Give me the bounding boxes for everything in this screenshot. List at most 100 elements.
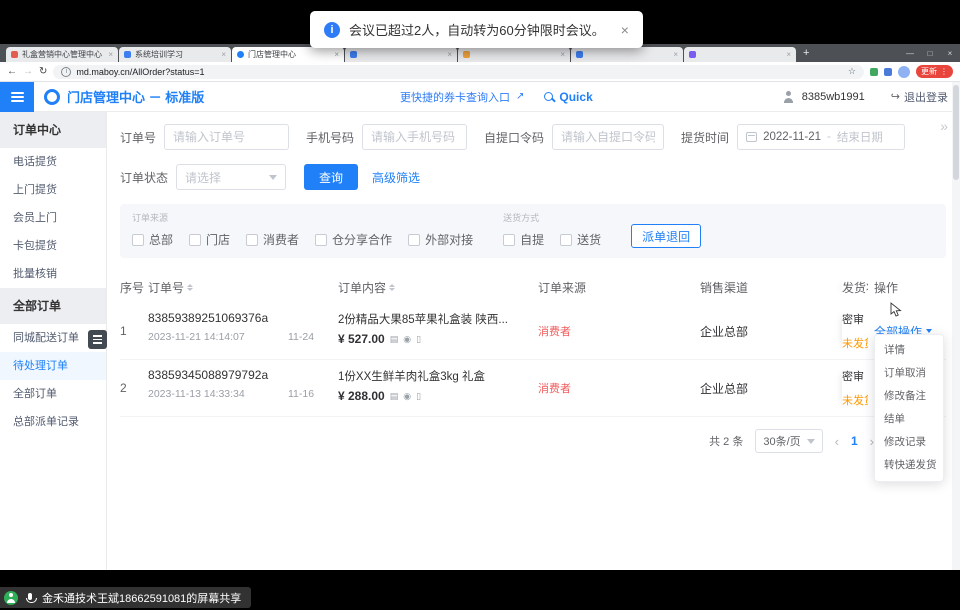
sidebar-collapse-handle[interactable] bbox=[88, 330, 107, 349]
page-number[interactable]: 1 bbox=[851, 434, 858, 448]
checkbox-icon[interactable] bbox=[408, 234, 420, 246]
site-info-icon[interactable]: i bbox=[61, 67, 71, 77]
page-size-select[interactable]: 30条/页 bbox=[755, 429, 822, 453]
header-seq: 序号 bbox=[120, 279, 148, 296]
address-bar[interactable]: i md.maboy.cn/AllOrder?status=1 ☆ bbox=[53, 65, 864, 79]
checkbox-external[interactable]: 外部对接 bbox=[408, 231, 473, 248]
sidebar-item-phone-pickup[interactable]: 电话提货 bbox=[0, 148, 106, 176]
sidebar-section-all-orders: 全部订单 bbox=[0, 288, 106, 324]
window-close-button[interactable]: × bbox=[940, 49, 960, 58]
advanced-filter-link[interactable]: 高级筛选 bbox=[372, 169, 420, 186]
search-button[interactable]: 查询 bbox=[304, 164, 358, 190]
doc-icon: ▤ bbox=[390, 334, 399, 345]
scrollbar[interactable] bbox=[952, 82, 960, 570]
checkbox-icon[interactable] bbox=[560, 234, 572, 246]
prev-page-button[interactable]: ‹ bbox=[835, 434, 839, 449]
sidebar-item-hq-dispatch-records[interactable]: 总部派单记录 bbox=[0, 408, 106, 436]
tab-close-icon[interactable]: × bbox=[786, 50, 791, 59]
total-count: 共 2 条 bbox=[709, 433, 743, 449]
checkbox-icon[interactable] bbox=[315, 234, 327, 246]
forward-button[interactable]: → bbox=[23, 66, 33, 77]
sidebar-item-member-visit[interactable]: 会员上门 bbox=[0, 204, 106, 232]
bookmark-star-icon[interactable]: ☆ bbox=[848, 66, 856, 77]
browser-tab[interactable]: × bbox=[458, 47, 570, 62]
order-number: 83859345088979792a bbox=[148, 368, 288, 382]
sidebar-item-pending-orders[interactable]: 待处理订单 bbox=[0, 352, 106, 380]
scrollbar-thumb[interactable] bbox=[953, 85, 959, 180]
sort-icon[interactable] bbox=[187, 284, 193, 291]
sidebar-item-door-pickup[interactable]: 上门提货 bbox=[0, 176, 106, 204]
minimize-button[interactable]: — bbox=[900, 49, 920, 58]
menu-dots-icon: ⋮ bbox=[940, 67, 948, 76]
checkbox-delivery[interactable]: 送货 bbox=[560, 231, 601, 248]
checkbox-icon[interactable] bbox=[503, 234, 515, 246]
new-tab-button[interactable]: + bbox=[803, 47, 809, 59]
browser-window: 礼盒营销中心管理中心 × 系统培训学习 × 门店管理中心 × × × bbox=[0, 44, 960, 570]
checkbox-store[interactable]: 门店 bbox=[189, 231, 230, 248]
phone-label: 手机号码 bbox=[306, 129, 354, 146]
checkbox-self-pickup[interactable]: 自提 bbox=[503, 231, 544, 248]
checkbox-hq[interactable]: 总部 bbox=[132, 231, 173, 248]
screen-share-chip[interactable]: 金禾通技术王斌18662591081的屏幕共享 bbox=[0, 587, 251, 608]
tab-favicon bbox=[237, 51, 244, 58]
pickup-date-range[interactable]: 2022-11-21 - 结束日期 bbox=[737, 124, 905, 150]
quick-search-link[interactable]: Quick bbox=[559, 90, 592, 104]
sidebar-item-batch-verify[interactable]: 批量核销 bbox=[0, 260, 106, 288]
menu-item-edit-remark[interactable]: 修改备注 bbox=[875, 385, 943, 408]
checkbox-warehouse-share[interactable]: 仓分享合作 bbox=[315, 231, 392, 248]
browser-tab[interactable]: × bbox=[571, 47, 683, 62]
browser-tab[interactable]: × bbox=[345, 47, 457, 62]
checkbox-label: 外部对接 bbox=[425, 231, 473, 248]
gift-icon: ◉ bbox=[403, 391, 411, 402]
hamburger-menu-button[interactable] bbox=[0, 82, 34, 112]
menu-item-switch-express[interactable]: 转快递发货 bbox=[875, 454, 943, 477]
sort-icon[interactable] bbox=[389, 284, 395, 291]
tab-close-icon[interactable]: × bbox=[447, 50, 452, 59]
extension-icon[interactable] bbox=[884, 68, 892, 76]
tab-close-icon[interactable]: × bbox=[673, 50, 678, 59]
tab-close-icon[interactable]: × bbox=[108, 50, 113, 59]
date-start-value: 2022-11-21 bbox=[763, 131, 821, 143]
logout-button[interactable]: ↪ 退出登录 bbox=[891, 89, 948, 105]
checkbox-icon[interactable] bbox=[189, 234, 201, 246]
profile-avatar[interactable] bbox=[898, 66, 910, 78]
username: 8385wb1991 bbox=[802, 91, 865, 103]
sidebar-item-card-pickup[interactable]: 卡包提货 bbox=[0, 232, 106, 260]
tab-close-icon[interactable]: × bbox=[560, 50, 565, 59]
filter-row-1: 订单号 手机号码 自提口令码 提货时间 bbox=[120, 124, 946, 150]
collapse-panel-icon[interactable]: » bbox=[940, 118, 948, 134]
order-no-input[interactable] bbox=[164, 124, 289, 150]
phone-icon: ▯ bbox=[416, 334, 421, 345]
toast-close-button[interactable]: × bbox=[621, 22, 629, 38]
cell-channel: 企业总部 bbox=[700, 311, 842, 351]
order-status-select[interactable]: 请选择 bbox=[176, 164, 286, 190]
refresh-button[interactable]: ↻ bbox=[39, 66, 47, 77]
browser-tab[interactable]: 礼盒营销中心管理中心 × bbox=[6, 47, 118, 62]
sidebar-item-all-orders[interactable]: 全部订单 bbox=[0, 380, 106, 408]
coupon-query-link[interactable]: 更快捷的券卡查询入口 bbox=[400, 89, 510, 105]
browser-tab[interactable]: × bbox=[684, 47, 796, 62]
menu-item-edit-history[interactable]: 修改记录 bbox=[875, 431, 943, 454]
chevron-down-icon bbox=[269, 175, 277, 180]
extension-icon[interactable] bbox=[870, 68, 878, 76]
phone-input[interactable] bbox=[362, 124, 467, 150]
checkbox-consumer[interactable]: 消费者 bbox=[246, 231, 299, 248]
update-button[interactable]: 更新 ⋮ bbox=[916, 65, 953, 78]
checkbox-icon[interactable] bbox=[246, 234, 258, 246]
menu-item-cancel-order[interactable]: 订单取消 bbox=[875, 362, 943, 385]
browser-tab-active[interactable]: 门店管理中心 × bbox=[232, 47, 344, 62]
maximize-button[interactable]: □ bbox=[920, 49, 940, 58]
back-button[interactable]: ← bbox=[7, 66, 17, 77]
browser-tab[interactable]: 系统培训学习 × bbox=[119, 47, 231, 62]
window-controls: — □ × bbox=[900, 44, 960, 62]
pickup-code-label: 自提口令码 bbox=[484, 129, 544, 146]
tab-close-icon[interactable]: × bbox=[221, 50, 226, 59]
pickup-code-input[interactable] bbox=[552, 124, 664, 150]
external-link-icon: ↗ bbox=[516, 91, 524, 102]
app-page: 门店管理中心 － 标准版 更快捷的券卡查询入口 ↗ Quick 8385wb19… bbox=[0, 82, 960, 570]
dispatch-return-button[interactable]: 派单退回 bbox=[631, 224, 701, 248]
checkbox-icon[interactable] bbox=[132, 234, 144, 246]
menu-item-details[interactable]: 详情 bbox=[875, 339, 943, 362]
menu-item-close-order[interactable]: 结单 bbox=[875, 408, 943, 431]
tab-close-icon[interactable]: × bbox=[334, 50, 339, 59]
